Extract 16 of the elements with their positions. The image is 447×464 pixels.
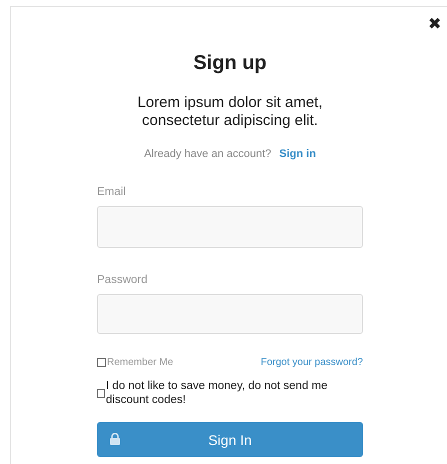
sign-in-link[interactable]: Sign in [279,148,316,160]
dialog-title: Sign up [192,51,268,75]
account-prompt: Already have an account? [144,148,272,160]
close-button[interactable]: ✖ [428,17,441,33]
field-label: Password [97,274,148,286]
checkbox-label: Remember Me [107,357,174,368]
sign-in-button[interactable]: Sign In [97,422,363,457]
field-label: Email [97,186,127,198]
forgot-password-link[interactable]: Forgot your password? [260,357,363,368]
subtitle-text: Lorem ipsum dolor sit amet, consectetur adipiscing elit. [136,94,324,130]
password-field[interactable] [97,294,363,334]
email-field[interactable] [97,206,363,248]
checkbox[interactable] [97,358,106,367]
lock-icon [110,433,120,445]
checkbox[interactable] [97,388,105,398]
checkbox-label: I do not like to save money, do not send me discount codes! [106,379,329,407]
